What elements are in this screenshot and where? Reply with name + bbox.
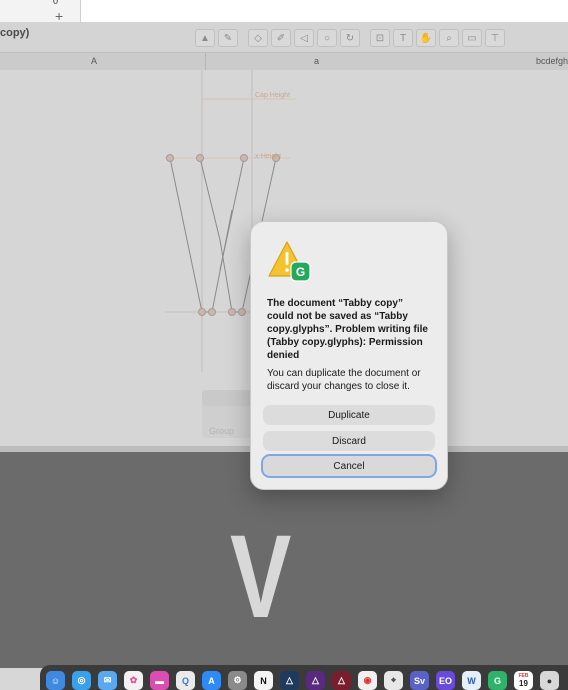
calendar-day: 19: [519, 678, 528, 688]
notes-icon[interactable]: ▬: [150, 671, 169, 690]
edit-tab-bar: A a bcdefgh: [0, 52, 568, 72]
cap-height-label: Cap Height: [255, 92, 291, 99]
finder-icon[interactable]: ☺: [46, 671, 65, 690]
tab-a-lower[interactable]: a: [314, 56, 319, 66]
measure-tool-icon[interactable]: ▭: [462, 29, 482, 47]
node-tool-icon[interactable]: ◇: [248, 29, 268, 47]
x-height-label: x-Height: [255, 153, 282, 160]
affinity-publisher-icon[interactable]: △: [332, 671, 351, 690]
rotate-tool-icon[interactable]: ↻: [340, 29, 360, 47]
mail-icon[interactable]: ✉: [98, 671, 117, 690]
quicktime-icon[interactable]: Q: [176, 671, 195, 690]
warning-icon: G: [268, 241, 311, 282]
knife-tool-icon[interactable]: ◁: [294, 29, 314, 47]
calendar-icon[interactable]: FEB 19: [514, 671, 533, 690]
zoom-tool-icon[interactable]: ⌕: [439, 29, 459, 47]
svg-text:G: G: [296, 265, 305, 279]
font-app-icon[interactable]: EO: [436, 671, 455, 690]
brush-tool-icon[interactable]: ✐: [271, 29, 291, 47]
tab-a-upper[interactable]: A: [91, 56, 97, 66]
circle-tool-icon[interactable]: ○: [317, 29, 337, 47]
discard-button[interactable]: Discard: [263, 431, 435, 451]
window-title: copy): [0, 27, 30, 39]
hand-tool-icon[interactable]: ✋: [416, 29, 436, 47]
affinity-photo-icon[interactable]: △: [306, 671, 325, 690]
tab-sample-text[interactable]: bcdefgh: [536, 56, 568, 66]
app-store-icon[interactable]: A: [202, 671, 221, 690]
disk-icon[interactable]: ●: [540, 671, 559, 690]
word-icon[interactable]: W: [462, 671, 481, 690]
tool-separator: [363, 29, 367, 45]
save-error-dialog: G The document “Tabby copy” could not be…: [250, 221, 448, 490]
dialog-title: The document “Tabby copy” could not be s…: [267, 298, 428, 361]
tool-palette: ▲ ✎ ◇ ✐ ◁ ○ ↻ ⊡ T ✋ ⌕ ▭ ⊤: [195, 29, 505, 47]
glyph-count: 0: [53, 0, 59, 6]
tool-separator: [241, 29, 245, 45]
glyph-strip: 0 + s t u v w x y z: [0, 0, 568, 24]
window-toolbar: copy) ▲ ✎ ◇ ✐ ◁ ○ ↻ ⊡ T ✋ ⌕ ▭ ⊤: [0, 22, 568, 52]
safari-icon[interactable]: ◎: [72, 671, 91, 690]
glyph-count-panel: 0 +: [0, 0, 81, 24]
chrome-icon[interactable]: ◉: [358, 671, 377, 690]
photos-icon[interactable]: ✿: [124, 671, 143, 690]
glyphs-icon[interactable]: G: [488, 671, 507, 690]
dialog-message: You can duplicate the document or discar…: [267, 368, 421, 392]
svg-icon[interactable]: Sv: [410, 671, 429, 690]
notion-icon[interactable]: N: [254, 671, 273, 690]
annotate-tool-icon[interactable]: ⊤: [485, 29, 505, 47]
cancel-button[interactable]: Cancel: [263, 456, 435, 476]
duplicate-button[interactable]: Duplicate: [263, 405, 435, 425]
scale-tool-icon[interactable]: ⊡: [370, 29, 390, 47]
preview-glyph: V: [230, 511, 292, 643]
text-tool-icon[interactable]: T: [393, 29, 413, 47]
affinity-designer-icon[interactable]: △: [280, 671, 299, 690]
dock: ☺ ◎ ✉ ✿ ▬ Q A ⚙ N △ △ △ ◉ ⌖ Sv EO W G FE…: [40, 665, 568, 690]
group-panel[interactable]: Group: [202, 390, 254, 438]
compass-icon[interactable]: ⌖: [384, 671, 403, 690]
select-tool-icon[interactable]: ▲: [195, 29, 215, 47]
group-panel-header: [202, 390, 254, 406]
preferences-icon[interactable]: ⚙: [228, 671, 247, 690]
group-label: Group: [209, 426, 235, 436]
pen-tool-icon[interactable]: ✎: [218, 29, 238, 47]
tab-divider: [205, 53, 206, 71]
